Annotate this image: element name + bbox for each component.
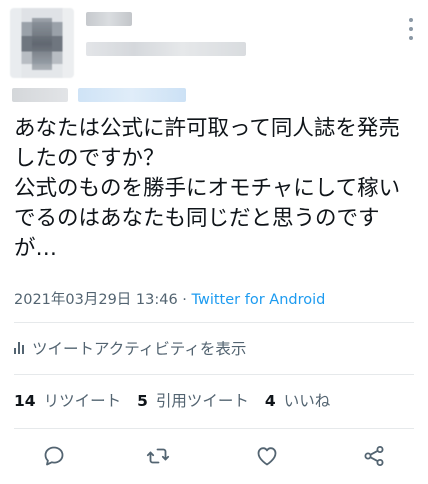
reply-context-blurred <box>12 88 68 102</box>
tweet-text: あなたは公式に許可取って同人誌を発売したのですか？ 公式のものを勝手にオモチャに… <box>14 116 401 261</box>
divider <box>14 322 414 323</box>
action-bar <box>0 440 428 472</box>
retweet-button[interactable] <box>144 442 172 470</box>
meta-separator: · <box>177 292 192 308</box>
avatar[interactable] <box>10 8 74 78</box>
like-button[interactable] <box>253 442 281 470</box>
tweet-meta: 2021年03月29日 13:46 · Twitter for Android <box>14 288 325 309</box>
quotes-count: 5 <box>137 392 148 410</box>
quotes-label: 引用ツイート <box>155 392 249 410</box>
activity-label: ツイートアクティビティを表示 <box>32 340 247 358</box>
reply-button[interactable] <box>40 442 68 470</box>
reply-to-link-blurred[interactable] <box>78 88 186 102</box>
client-link[interactable]: Twitter for Android <box>192 292 326 308</box>
activity-bars-icon <box>14 342 24 354</box>
retweets-stat[interactable]: 14 リツイート <box>14 389 121 411</box>
more-vertical-icon[interactable] <box>408 18 414 40</box>
share-icon <box>364 446 384 466</box>
likes-count: 4 <box>264 392 276 410</box>
divider <box>14 374 414 375</box>
display-name-blurred[interactable] <box>86 12 132 26</box>
retweets-label: リツイート <box>43 392 122 410</box>
share-button[interactable] <box>360 442 388 470</box>
quotes-stat[interactable]: 5 引用ツイート <box>137 389 249 411</box>
timestamp[interactable]: 2021年03月29日 13:46 <box>14 292 178 308</box>
view-activity-button[interactable]: ツイートアクティビティを表示 <box>14 336 246 360</box>
username-blurred[interactable] <box>86 42 246 56</box>
engagement-stats: 14 リツイート 5 引用ツイート 4 いいね <box>14 389 330 411</box>
retweet-icon <box>146 448 170 464</box>
like-icon <box>257 447 277 466</box>
divider <box>14 428 414 429</box>
likes-stat[interactable]: 4 いいね <box>265 389 330 411</box>
likes-label: いいね <box>283 392 331 410</box>
reply-icon <box>44 446 64 466</box>
retweets-count: 14 <box>14 392 36 410</box>
